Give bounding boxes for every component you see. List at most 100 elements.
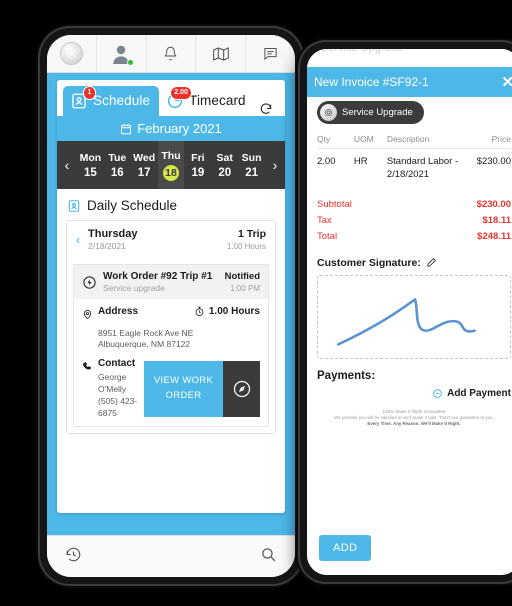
week-day[interactable]: Wed 17 bbox=[131, 141, 158, 189]
ghost-header-text: Service Upgrade bbox=[307, 49, 512, 69]
week-day-num: 18 bbox=[163, 164, 179, 181]
timecard-icon: 2.00 bbox=[166, 86, 192, 110]
fineprint-line-3: Every Time. Any Reason. We'll Make It Ri… bbox=[367, 421, 461, 427]
chat-icon bbox=[264, 48, 277, 61]
nav-profile-button[interactable] bbox=[97, 35, 147, 72]
stopwatch-icon bbox=[195, 306, 204, 317]
invoice-line-items-table: Qty UOM Description Price 2.00 HR Standa… bbox=[317, 134, 511, 191]
history-button[interactable] bbox=[65, 546, 82, 568]
contact-phone-line-1: (505) 423- bbox=[98, 395, 138, 406]
next-week-button[interactable]: › bbox=[265, 141, 285, 189]
search-button[interactable] bbox=[260, 546, 277, 568]
navigate-button[interactable] bbox=[223, 360, 260, 417]
location-pin-icon bbox=[82, 306, 93, 325]
day-hours: 1.00 Hours bbox=[226, 242, 266, 251]
week-day-num: 21 bbox=[245, 166, 258, 179]
service-upgrade-label: Service Upgrade bbox=[342, 107, 413, 118]
bolt-circle-icon bbox=[83, 275, 96, 289]
schedule-icon: 1 bbox=[70, 86, 95, 110]
tab-schedule-label: Schedule bbox=[93, 93, 151, 108]
hours-display: 1.00 Hours bbox=[194, 306, 260, 317]
nav-notifications-button[interactable] bbox=[147, 35, 197, 72]
signature-stroke bbox=[336, 297, 476, 346]
prev-week-button[interactable]: ‹ bbox=[57, 141, 77, 189]
bell-icon bbox=[165, 46, 177, 61]
view-work-order-button[interactable]: VIEW WORK ORDER bbox=[144, 360, 223, 417]
compass-icon bbox=[233, 380, 250, 397]
map-icon bbox=[212, 46, 229, 61]
add-payment-button[interactable]: Add Payment bbox=[317, 388, 511, 399]
contact-name-line-2: O'Melly bbox=[98, 383, 127, 394]
week-day-dow: Tue bbox=[108, 151, 127, 164]
table-row[interactable]: 2.00 HR Standard Labor - 2/18/2021 $230.… bbox=[317, 149, 511, 191]
invoice-body: Service Upgrade Qty UOM Description Pric… bbox=[307, 69, 512, 535]
add-circle-icon bbox=[433, 388, 442, 398]
cell-qty: 2.00 bbox=[317, 156, 336, 167]
search-icon bbox=[262, 547, 276, 561]
work-order-header[interactable]: Work Order #92 Trip #1 Service upgrade N… bbox=[74, 265, 268, 299]
day-summary-row[interactable]: ‹ Thursday 2/18/2021 1 Trip 1.00 Hours bbox=[67, 221, 275, 258]
week-day-dow: Sun bbox=[241, 151, 262, 164]
address-line-1: 8951 Eagle Rock Ave NE bbox=[98, 328, 194, 338]
invoice-title: New Invoice #SF92-1 bbox=[314, 75, 429, 89]
left-phone-screen: 1 Schedule 2.00 Timecard February 2021 ‹… bbox=[47, 35, 295, 577]
status-badge: Notified bbox=[224, 271, 260, 282]
tab-schedule[interactable]: 1 Schedule bbox=[63, 86, 160, 116]
week-day[interactable]: Tue 16 bbox=[104, 141, 131, 189]
week-day-dow: Sat bbox=[216, 151, 233, 164]
week-strip: ‹ Mon 15 Tue 16 Wed 17 Thu 18 Fri 19 Sat… bbox=[57, 141, 285, 189]
invoice-header-bar: New Invoice #SF92-1 ✕ bbox=[307, 67, 512, 97]
signature-canvas[interactable] bbox=[317, 274, 511, 359]
bottom-navigation-bar bbox=[47, 535, 295, 577]
service-upgrade-chip[interactable]: Service Upgrade bbox=[317, 101, 424, 124]
avatar bbox=[109, 42, 135, 66]
top-navigation-bar bbox=[47, 35, 295, 73]
nav-logo-button[interactable] bbox=[47, 35, 97, 72]
page-title: Daily Schedule bbox=[87, 198, 178, 213]
week-day-selected[interactable]: Thu 18 bbox=[157, 141, 185, 189]
tab-bar: 1 Schedule 2.00 Timecard bbox=[57, 80, 285, 116]
work-order-time: 1:00 PM bbox=[230, 284, 260, 293]
address-label: Address bbox=[98, 306, 139, 317]
schedule-card: 1 Schedule 2.00 Timecard February 2021 ‹… bbox=[57, 80, 285, 513]
history-icon bbox=[66, 547, 81, 561]
tax-label: Tax bbox=[317, 215, 332, 227]
nav-messages-button[interactable] bbox=[246, 35, 295, 72]
payments-label: Payments: bbox=[317, 369, 376, 382]
screenshot-stage: 1 Schedule 2.00 Timecard February 2021 ‹… bbox=[0, 0, 512, 606]
ghost-text: Service Upgrade bbox=[321, 49, 403, 54]
add-button[interactable]: ADD bbox=[319, 535, 372, 561]
week-day-num: 16 bbox=[110, 166, 124, 179]
nav-map-button[interactable] bbox=[196, 35, 247, 72]
contact-label: Contact bbox=[98, 357, 136, 369]
table-header-row: Qty UOM Description Price bbox=[317, 134, 511, 149]
cell-price: $230.00 bbox=[476, 156, 511, 167]
tab-timecard[interactable]: 2.00 Timecard bbox=[159, 86, 255, 116]
prev-day-button[interactable]: ‹ bbox=[73, 232, 83, 247]
column-header-qty: Qty bbox=[317, 134, 354, 149]
week-day-dow: Wed bbox=[133, 151, 156, 164]
invoice-footer: ADD bbox=[307, 535, 512, 575]
right-phone-frame: Service Upgrade New Invoice #SF92-1 ✕ bbox=[300, 42, 512, 582]
week-day[interactable]: Mon 15 bbox=[77, 141, 104, 189]
day-name: Thursday bbox=[88, 228, 138, 240]
signature-label: Customer Signature: bbox=[317, 256, 421, 269]
work-order-card: Work Order #92 Trip #1 Service upgrade N… bbox=[73, 264, 269, 427]
tax-value: $18.11 bbox=[482, 215, 511, 227]
week-day-num: 15 bbox=[84, 166, 97, 179]
week-day[interactable]: Sun 21 bbox=[238, 141, 265, 189]
total-value: $248.11 bbox=[477, 231, 511, 243]
work-order-title: Work Order #92 Trip #1 bbox=[103, 271, 213, 282]
refresh-icon bbox=[260, 103, 271, 114]
subtotal-value: $230.00 bbox=[476, 199, 511, 211]
trip-count: 1 Trip bbox=[237, 228, 266, 240]
refresh-button[interactable] bbox=[259, 102, 273, 116]
work-order-details: Address 1.00 Hours 8951 Eagle Rock Ave N… bbox=[74, 299, 268, 426]
week-day[interactable]: Sat 20 bbox=[211, 141, 238, 189]
month-bar[interactable]: February 2021 bbox=[57, 116, 285, 141]
close-icon[interactable]: ✕ bbox=[497, 75, 512, 90]
calendar-icon bbox=[121, 123, 132, 134]
week-day[interactable]: Fri 19 bbox=[184, 141, 211, 189]
week-day-num: 19 bbox=[191, 166, 205, 179]
week-day-dow: Fri bbox=[191, 151, 205, 164]
